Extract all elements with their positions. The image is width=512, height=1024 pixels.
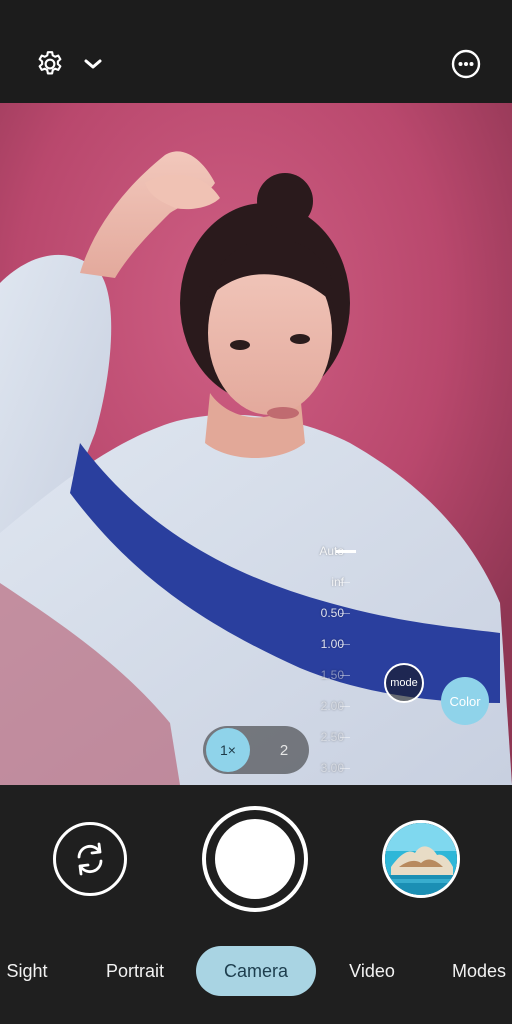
gear-icon [38,51,62,75]
more-options-button[interactable] [444,42,488,86]
focus-line [340,674,350,676]
camera-app: Auto inf 0.50 1.00 1.50 2.00 2.50 3.00 m… [0,0,512,1024]
zoom-1x-button[interactable]: 1× [206,728,250,772]
focus-indicator [336,549,356,553]
focus-line [340,643,350,645]
focus-line [340,767,350,769]
focus-tick[interactable]: 1.50 [280,665,370,685]
focus-tick[interactable]: inf [280,572,370,592]
mode-tab-sight[interactable]: Sight [0,946,54,996]
mode-button[interactable]: mode [384,663,424,703]
shutter-icon [215,819,295,899]
zoom-2x-button[interactable]: 2 [262,728,306,772]
mode-tab-modes[interactable]: Modes [446,946,512,996]
gallery-thumbnail-button[interactable] [382,820,460,898]
zoom-selector: 1× 2 [203,726,309,774]
mode-tab-video[interactable]: Video [336,946,408,996]
focus-line [340,581,350,583]
top-bar [0,0,512,103]
settings-dropdown-button[interactable] [76,44,110,84]
focus-tick[interactable]: 1.00 [280,634,370,654]
flip-camera-icon [77,842,103,876]
focus-tick[interactable]: 2.00 [280,696,370,716]
flip-camera-button[interactable] [53,822,127,896]
focus-line [340,705,350,707]
settings-button[interactable] [28,42,72,86]
focus-tick-auto[interactable]: Auto [280,541,370,561]
chevron-down-icon [84,59,102,69]
mode-tabs: Sight Portrait Camera Video Modes [0,946,512,996]
viewfinder[interactable]: Auto inf 0.50 1.00 1.50 2.00 2.50 3.00 [0,103,512,785]
color-button[interactable]: Color [441,677,489,725]
last-photo-thumbnail [385,823,457,895]
mode-tab-portrait[interactable]: Portrait [92,946,178,996]
focus-line [340,612,350,614]
focus-tick[interactable]: 0.50 [280,603,370,623]
focus-line [340,736,350,738]
shutter-button[interactable] [202,806,308,912]
more-options-icon [451,49,481,79]
camera-preview-image [0,103,512,785]
mode-tab-camera[interactable]: Camera [196,946,316,996]
